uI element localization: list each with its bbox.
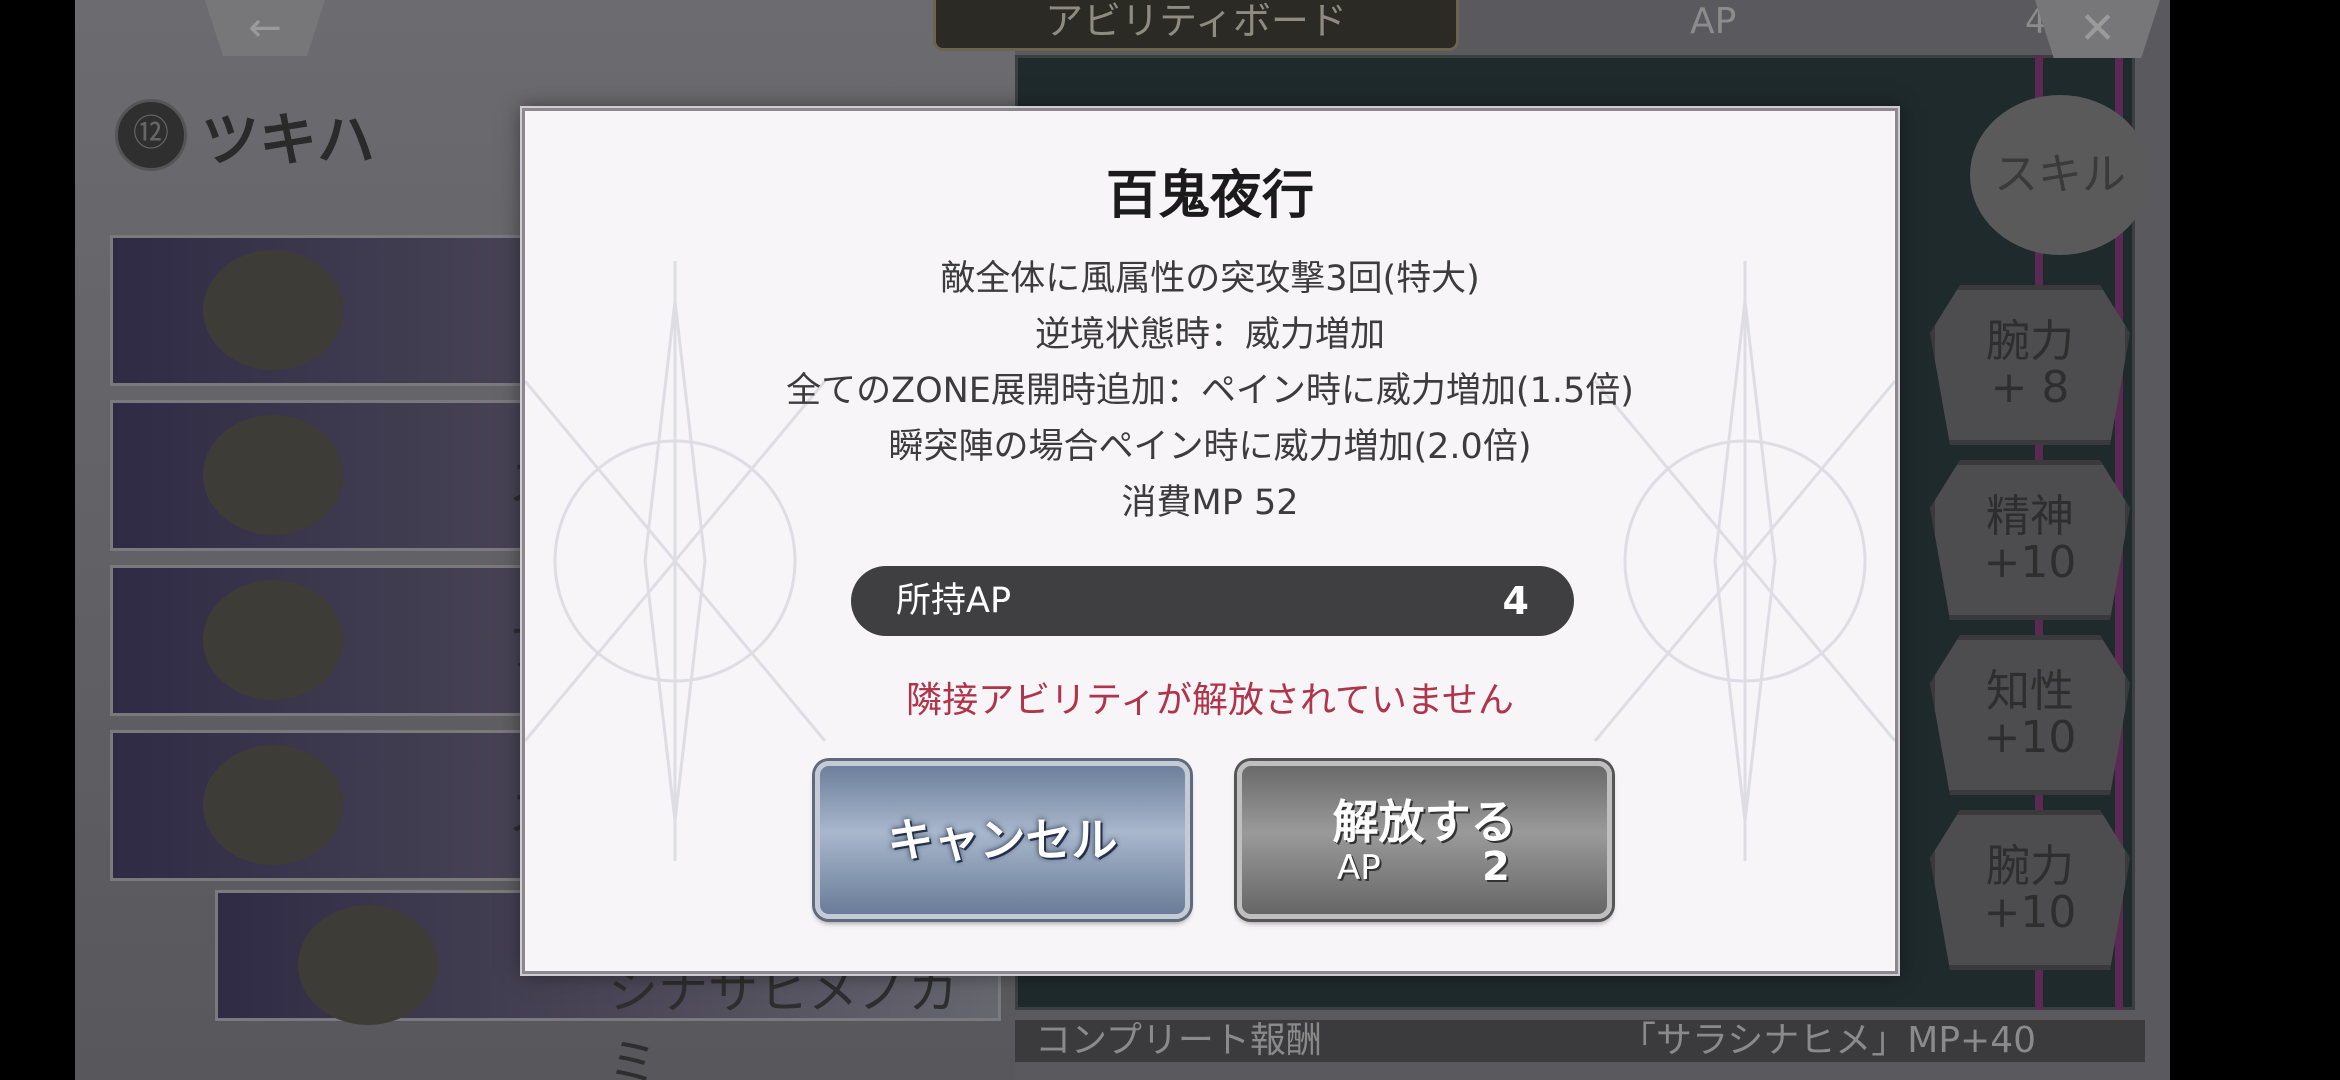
element-icon: ⑫ (115, 99, 187, 171)
ability-title: 百鬼夜行 (1105, 166, 1314, 226)
release-ap-label: AP (1337, 848, 1381, 888)
stat-badge-value: + 8 (1990, 362, 2070, 413)
owned-ap-bar: 所持AP 4 (851, 566, 1574, 636)
stat-badge-label: 腕力 (1986, 316, 2074, 367)
stat-badge[interactable]: 腕力 +10 (1930, 810, 2130, 970)
stat-badge-value: +10 (1983, 712, 2077, 763)
stat-badge[interactable]: 知性 +10 (1930, 635, 2130, 795)
stat-badge-value: +10 (1983, 537, 2077, 588)
stat-badge-label: 精神 (1986, 491, 2074, 542)
letterbox-left (0, 0, 75, 1080)
complete-reward-label: コンプリート報酬 (1035, 1020, 1322, 1061)
character-header: ⑫ ツキハ (115, 95, 375, 175)
skill-emblem[interactable]: スキル (1970, 95, 2150, 255)
letterbox-right (2170, 0, 2340, 1080)
cancel-button-label: キャンセル (887, 813, 1118, 867)
stat-badge-label: 知性 (1986, 666, 2074, 717)
ability-description: 敵全体に風属性の突攻撃3回(特大) 逆境状態時：威力増加 全てのZONE展開時追… (525, 251, 1895, 531)
back-arrow-icon: ← (248, 5, 282, 51)
stat-badge[interactable]: 腕力 + 8 (1930, 285, 2130, 445)
screen-title: アビリティボード (933, 0, 1459, 51)
skill-thumbnail (203, 415, 343, 535)
release-ap-cost: 2 (1482, 844, 1510, 890)
skill-thumbnail (298, 905, 438, 1025)
stat-badge[interactable]: 精神 +10 (1930, 460, 2130, 620)
release-button-label: 解放する (1332, 795, 1517, 849)
skill-thumbnail (203, 250, 343, 370)
complete-reward-value: 「サラシナヒメ」MP+40 (1620, 1020, 2037, 1061)
complete-reward-bar: コンプリート報酬 「サラシナヒメ」MP+40 (1015, 1020, 2145, 1062)
stat-badge-label: 腕力 (1986, 841, 2074, 892)
ap-label: AP (1690, 1, 1737, 42)
character-name: ツキハ (201, 106, 376, 174)
description-line: 瞬突陣の場合ペイン時に威力増加(2.0倍) (888, 427, 1532, 467)
stat-badge-value: +10 (1983, 887, 2077, 938)
owned-ap-value: 4 (1502, 579, 1529, 623)
cancel-button[interactable]: キャンセル (815, 761, 1190, 919)
warning-message: 隣接アビリティが解放されていません (906, 680, 1514, 721)
description-line: 全てのZONE展開時追加：ペイン時に威力増加(1.5倍) (786, 371, 1634, 411)
skill-thumbnail (203, 580, 343, 700)
owned-ap-label: 所持AP (896, 581, 1012, 621)
description-line: 逆境状態時：威力増加 (1034, 315, 1385, 355)
ability-release-dialog: 百鬼夜行 敵全体に風属性の突攻撃3回(特大) 逆境状態時：威力増加 全てのZON… (522, 108, 1898, 974)
close-button[interactable]: ✕ (2035, 0, 2160, 58)
mp-cost: 消費MP 52 (1121, 483, 1299, 523)
back-button[interactable]: ← (205, 0, 325, 56)
description-line: 敵全体に風属性の突攻撃3回(特大) (940, 259, 1480, 299)
release-button[interactable]: 解放する AP 2 (1237, 761, 1612, 919)
close-icon: ✕ (2079, 3, 2116, 54)
skill-thumbnail (203, 745, 343, 865)
